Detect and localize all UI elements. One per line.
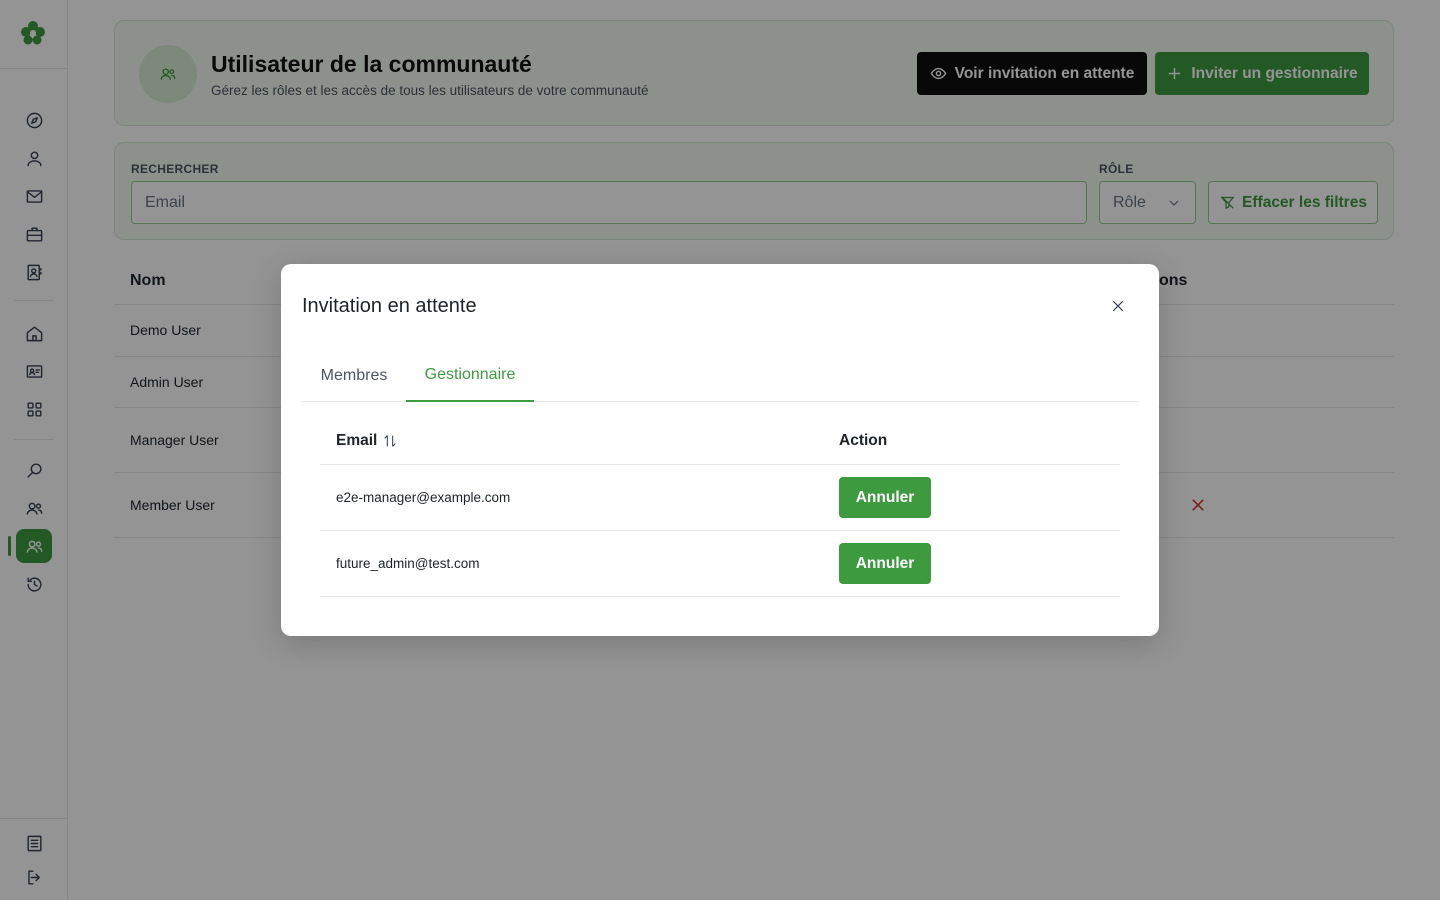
column-email: Email xyxy=(336,432,378,449)
cancel-invitation-button[interactable]: Annuler xyxy=(839,477,931,518)
table-header: Email Action xyxy=(320,419,1120,465)
invitation-email: e2e-manager@example.com xyxy=(336,490,511,505)
cancel-invitation-button[interactable]: Annuler xyxy=(839,543,931,584)
sort-icon xyxy=(384,435,397,447)
column-action: Action xyxy=(839,432,888,449)
tab-members[interactable]: Membres xyxy=(302,350,406,402)
invitation-email: future_admin@test.com xyxy=(336,556,480,571)
invitation-tabs: Membres Gestionnaire xyxy=(302,350,1138,402)
table-row: future_admin@test.com Annuler xyxy=(320,531,1120,597)
tab-managers[interactable]: Gestionnaire xyxy=(406,350,534,402)
modal-title: Invitation en attente xyxy=(302,295,477,317)
table-row: e2e-manager@example.com Annuler xyxy=(320,465,1120,531)
pending-invitations-modal: Invitation en attente Membres Gestionnai… xyxy=(281,264,1159,636)
column-email-sortable[interactable]: Email xyxy=(336,432,398,450)
invitations-table: Email Action e2e-manager@example.com Ann… xyxy=(320,419,1120,597)
close-icon[interactable] xyxy=(1107,295,1129,317)
